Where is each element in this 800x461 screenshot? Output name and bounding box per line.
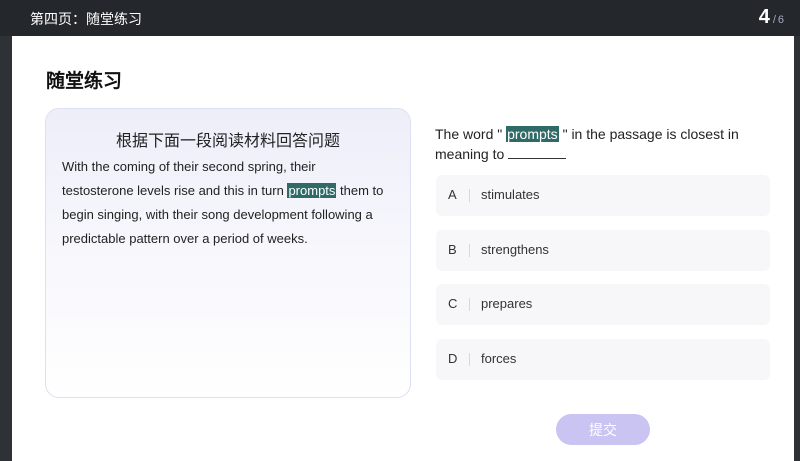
option-a[interactable]: A stimulates (436, 175, 770, 216)
passage-text: With the coming of their second spring, … (62, 155, 388, 251)
option-d[interactable]: D forces (436, 339, 770, 380)
top-bar: 第四页：随堂练习 4 / 6 (0, 0, 800, 36)
option-text: strengthens (481, 242, 549, 257)
option-divider (469, 189, 470, 202)
option-letter: C (448, 296, 458, 311)
option-c[interactable]: C prepares (436, 284, 770, 325)
page-separator: / (772, 14, 776, 26)
option-letter: A (448, 187, 457, 202)
page-indicator: 4 / 6 (759, 6, 784, 29)
passage-text-before: With the coming of their second spring, … (62, 159, 316, 198)
option-letter: B (448, 242, 457, 257)
option-b[interactable]: B strengthens (436, 230, 770, 271)
page-title: 第四页：随堂练习 (30, 12, 142, 28)
option-divider (469, 244, 470, 257)
left-border (0, 36, 12, 461)
option-divider (469, 298, 470, 311)
submit-button[interactable]: 提交 (556, 414, 650, 445)
answer-blank (508, 145, 567, 159)
option-letter: D (448, 351, 458, 366)
section-title: 随堂练习 (46, 70, 123, 92)
passage-heading: 根据下面一段阅读材料回答问题 (115, 131, 340, 150)
question-prefix: The word " (435, 126, 503, 142)
passage-card: 根据下面一段阅读材料回答问题 With the coming of their … (45, 108, 411, 398)
option-text: prepares (481, 296, 533, 311)
option-text: forces (481, 351, 517, 366)
option-text: stimulates (481, 187, 540, 202)
current-page-number: 4 (758, 6, 770, 28)
option-divider (469, 353, 470, 366)
passage-highlighted-word: prompts (287, 183, 337, 198)
total-pages: 6 (777, 14, 784, 26)
question-highlighted-word: prompts (506, 126, 559, 142)
question-text: The word " prompts " in the passage is c… (435, 124, 775, 164)
right-border (794, 36, 800, 461)
